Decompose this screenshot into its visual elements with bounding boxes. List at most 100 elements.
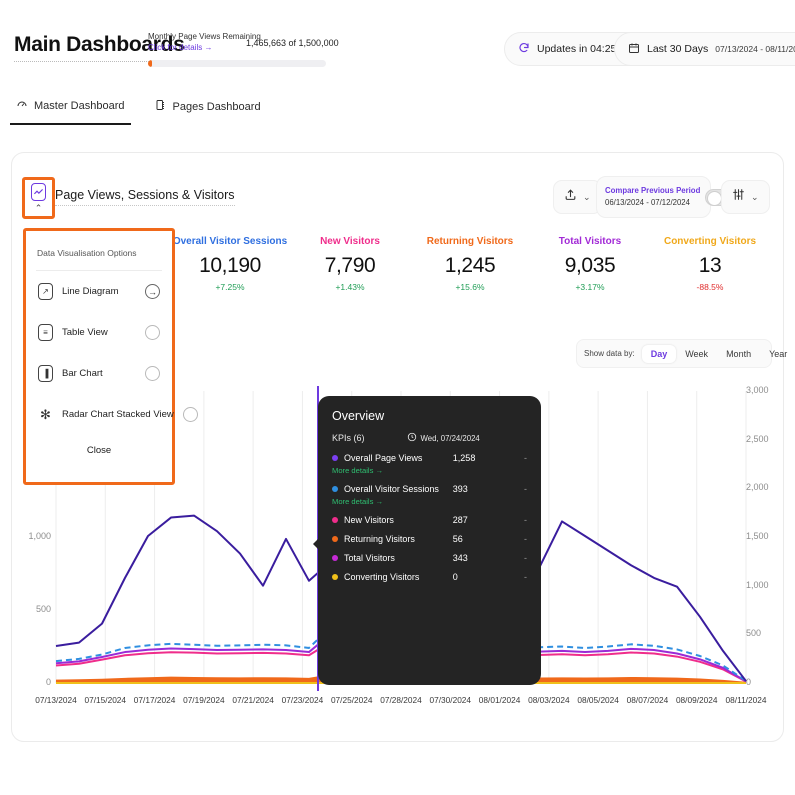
compare-text: Compare Previous Period 06/13/2024 - 07/… [605,185,700,209]
show-data-by-option-month[interactable]: Month [717,345,760,363]
date-range-button[interactable]: Last 30 Days 07/13/2024 - 08/11/2024 ⌄ [614,32,795,66]
tooltip-row-compare: - [524,515,527,525]
kpi-label: Returning Visitors [410,236,530,247]
updates-label: Updates in 04:25 [537,43,616,55]
panel-option-table-view[interactable]: ≡ Table View [26,312,172,353]
y-axis-right-tick: 1,000 [746,580,786,590]
tooltip-row-value: 1,258 [453,453,524,463]
show-data-by-option-day[interactable]: Day [642,345,677,363]
tooltip-row-compare: - [524,534,527,544]
tooltip-subheader: KPIs (6) Wed, 07/24/2024 [332,432,527,444]
table-icon: ≡ [38,324,53,341]
radar-chart-icon: ✻ [38,406,53,423]
bar-chart-icon: ▐ [38,365,53,382]
kpi-label: New Visitors [290,236,410,247]
tooltip-row-value: 393 [453,484,524,494]
show-data-by-option-year[interactable]: Year [760,345,795,363]
collapse-caret-icon[interactable]: ⌃ [35,203,43,213]
panel-option-label: Line Diagram [62,286,136,297]
tooltip-date-label: Wed, 07/24/2024 [421,434,480,443]
kpi-row: Overall Visitor Sessions 10,190 +7.25% New … [170,236,770,292]
panel-option-radio[interactable] [183,407,198,422]
panel-option-line-diagram[interactable]: ↗Line Diagram→ [26,271,172,312]
x-axis-tick: 08/11/2024 [726,695,767,705]
tooltip-rows: Overall Page Views1,258-More details →Ov… [332,453,527,582]
dashboard-tabs: Master Dashboard Pages Dashboard [10,94,267,125]
tooltip-row-compare: - [524,572,527,582]
card-title: Page Views, Sessions & Visitors [55,188,235,206]
refresh-icon [518,42,530,57]
show-data-by-option-week[interactable]: Week [676,345,717,363]
sliders-icon [732,188,745,206]
x-axis-tick: 07/15/2024 [85,695,127,705]
panel-options-list: ↗Line Diagram→≡Table View▐Bar Chart✻Rada… [26,271,172,435]
tooltip-row-name: Overall Visitor Sessions [344,484,453,494]
y-axis-right-tick: 2,500 [746,434,786,444]
chart-tooltip: Overview KPIs (6) Wed, 07/24/2024 Overal… [318,396,541,685]
tooltip-row-value: 287 [453,515,524,525]
x-axis-tick: 07/30/2024 [430,695,472,705]
compare-previous-period-control[interactable]: Compare Previous Period 06/13/2024 - 07/… [596,176,711,218]
x-axis-tick: 07/17/2024 [134,695,176,705]
x-axis-tick: 08/03/2024 [528,695,570,705]
quota-count: 1,465,663 of 1,500,000 [246,38,339,48]
chevron-down-icon: ⌄ [583,192,591,203]
kpi-card: New Visitors7,790+1.43% [290,236,410,292]
clock-icon [407,432,417,444]
show-data-by-label: Show data by: [584,349,635,358]
tooltip-row: Overall Page Views1,258- More details → [332,453,527,475]
kpi-card: Total Visitors9,035+3.17% [530,236,650,292]
panel-option-radar-chart-stacked-view[interactable]: ✻Radar Chart Stacked View [26,394,172,435]
tooltip-row-name: Overall Page Views [344,453,453,463]
compare-title: Compare Previous Period [605,185,700,197]
panel-option-bar-chart[interactable]: ▐ Bar Chart [26,353,172,394]
tooltip-row-compare: - [524,453,527,463]
x-axis-tick: 07/28/2024 [380,695,422,705]
kpi-label: Overall Visitor Sessions [170,236,290,247]
y-axis-right-tick: 3,000 [746,385,786,395]
panel-close-button[interactable]: Close [26,445,172,456]
tab-pages-dashboard[interactable]: Pages Dashboard [149,94,267,125]
line-chart-icon [31,183,46,201]
x-axis-tick: 08/07/2024 [627,695,669,705]
kpi-value: 13 [650,254,770,278]
tooltip-row-compare: - [524,553,527,563]
kpi-value: 10,190 [170,254,290,278]
kpi-label: Converting Visitors [650,236,770,247]
quota-progress-bar [148,60,326,67]
quota-progress-fill [148,60,152,67]
panel-option-label: Table View [62,327,136,338]
chart-settings-button[interactable]: ⌄ [721,180,770,214]
kpi-card: Returning Visitors1,245+15.6% [410,236,530,292]
tooltip-pointer [313,538,319,550]
series-color-dot [332,574,338,580]
calendar-icon [628,42,640,57]
tooltip-row-value: 56 [453,534,524,544]
export-button[interactable]: ⌄ [553,180,602,214]
panel-option-radio[interactable]: → [145,284,160,299]
kpi-label: Total Visitors [530,236,650,247]
dashboard-icon [16,98,28,113]
tooltip-more-details-link[interactable]: More details → [332,466,527,475]
panel-option-radio[interactable] [145,325,160,340]
kpi-card: Overall Visitor Sessions 10,190 +7.25% [170,236,290,292]
panel-option-label: Bar Chart [62,368,136,379]
x-axis-tick: 08/01/2024 [479,695,521,705]
series-color-dot [332,517,338,523]
y-axis-left-tick: 500 [11,604,51,614]
kpi-delta: +7.25% [170,282,290,292]
tooltip-row-name: Returning Visitors [344,534,453,544]
panel-option-radio[interactable] [145,366,160,381]
kpi-value: 7,790 [290,254,410,278]
tooltip-row-compare: - [524,484,527,494]
y-axis-left-tick: 0 [11,677,51,687]
tab-master-dashboard[interactable]: Master Dashboard [10,94,131,125]
top-bar: Main Dashboards Monthly Page Views Remai… [0,0,795,88]
y-axis-right-tick: 2,000 [746,482,786,492]
chevron-down-icon: ⌄ [751,192,759,203]
data-visualisation-toggle-button[interactable]: ⌃ [22,177,55,219]
series-color-dot [332,455,338,461]
series-color-dot [332,536,338,542]
tooltip-more-details-link[interactable]: More details → [332,497,527,506]
x-axis-tick: 07/13/2024 [35,695,77,705]
